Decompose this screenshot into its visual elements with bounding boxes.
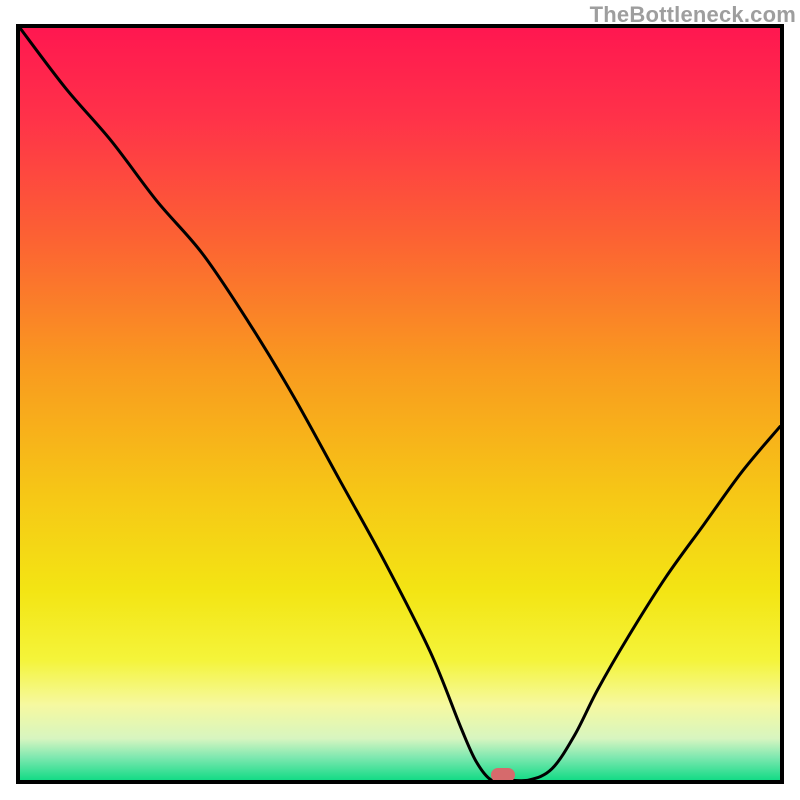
optimal-point-marker [491,768,515,782]
plot-area [16,24,784,784]
chart-root: TheBottleneck.com [0,0,800,800]
watermark-text: TheBottleneck.com [590,2,796,28]
bottleneck-curve [20,28,780,780]
curve-layer [20,28,780,780]
